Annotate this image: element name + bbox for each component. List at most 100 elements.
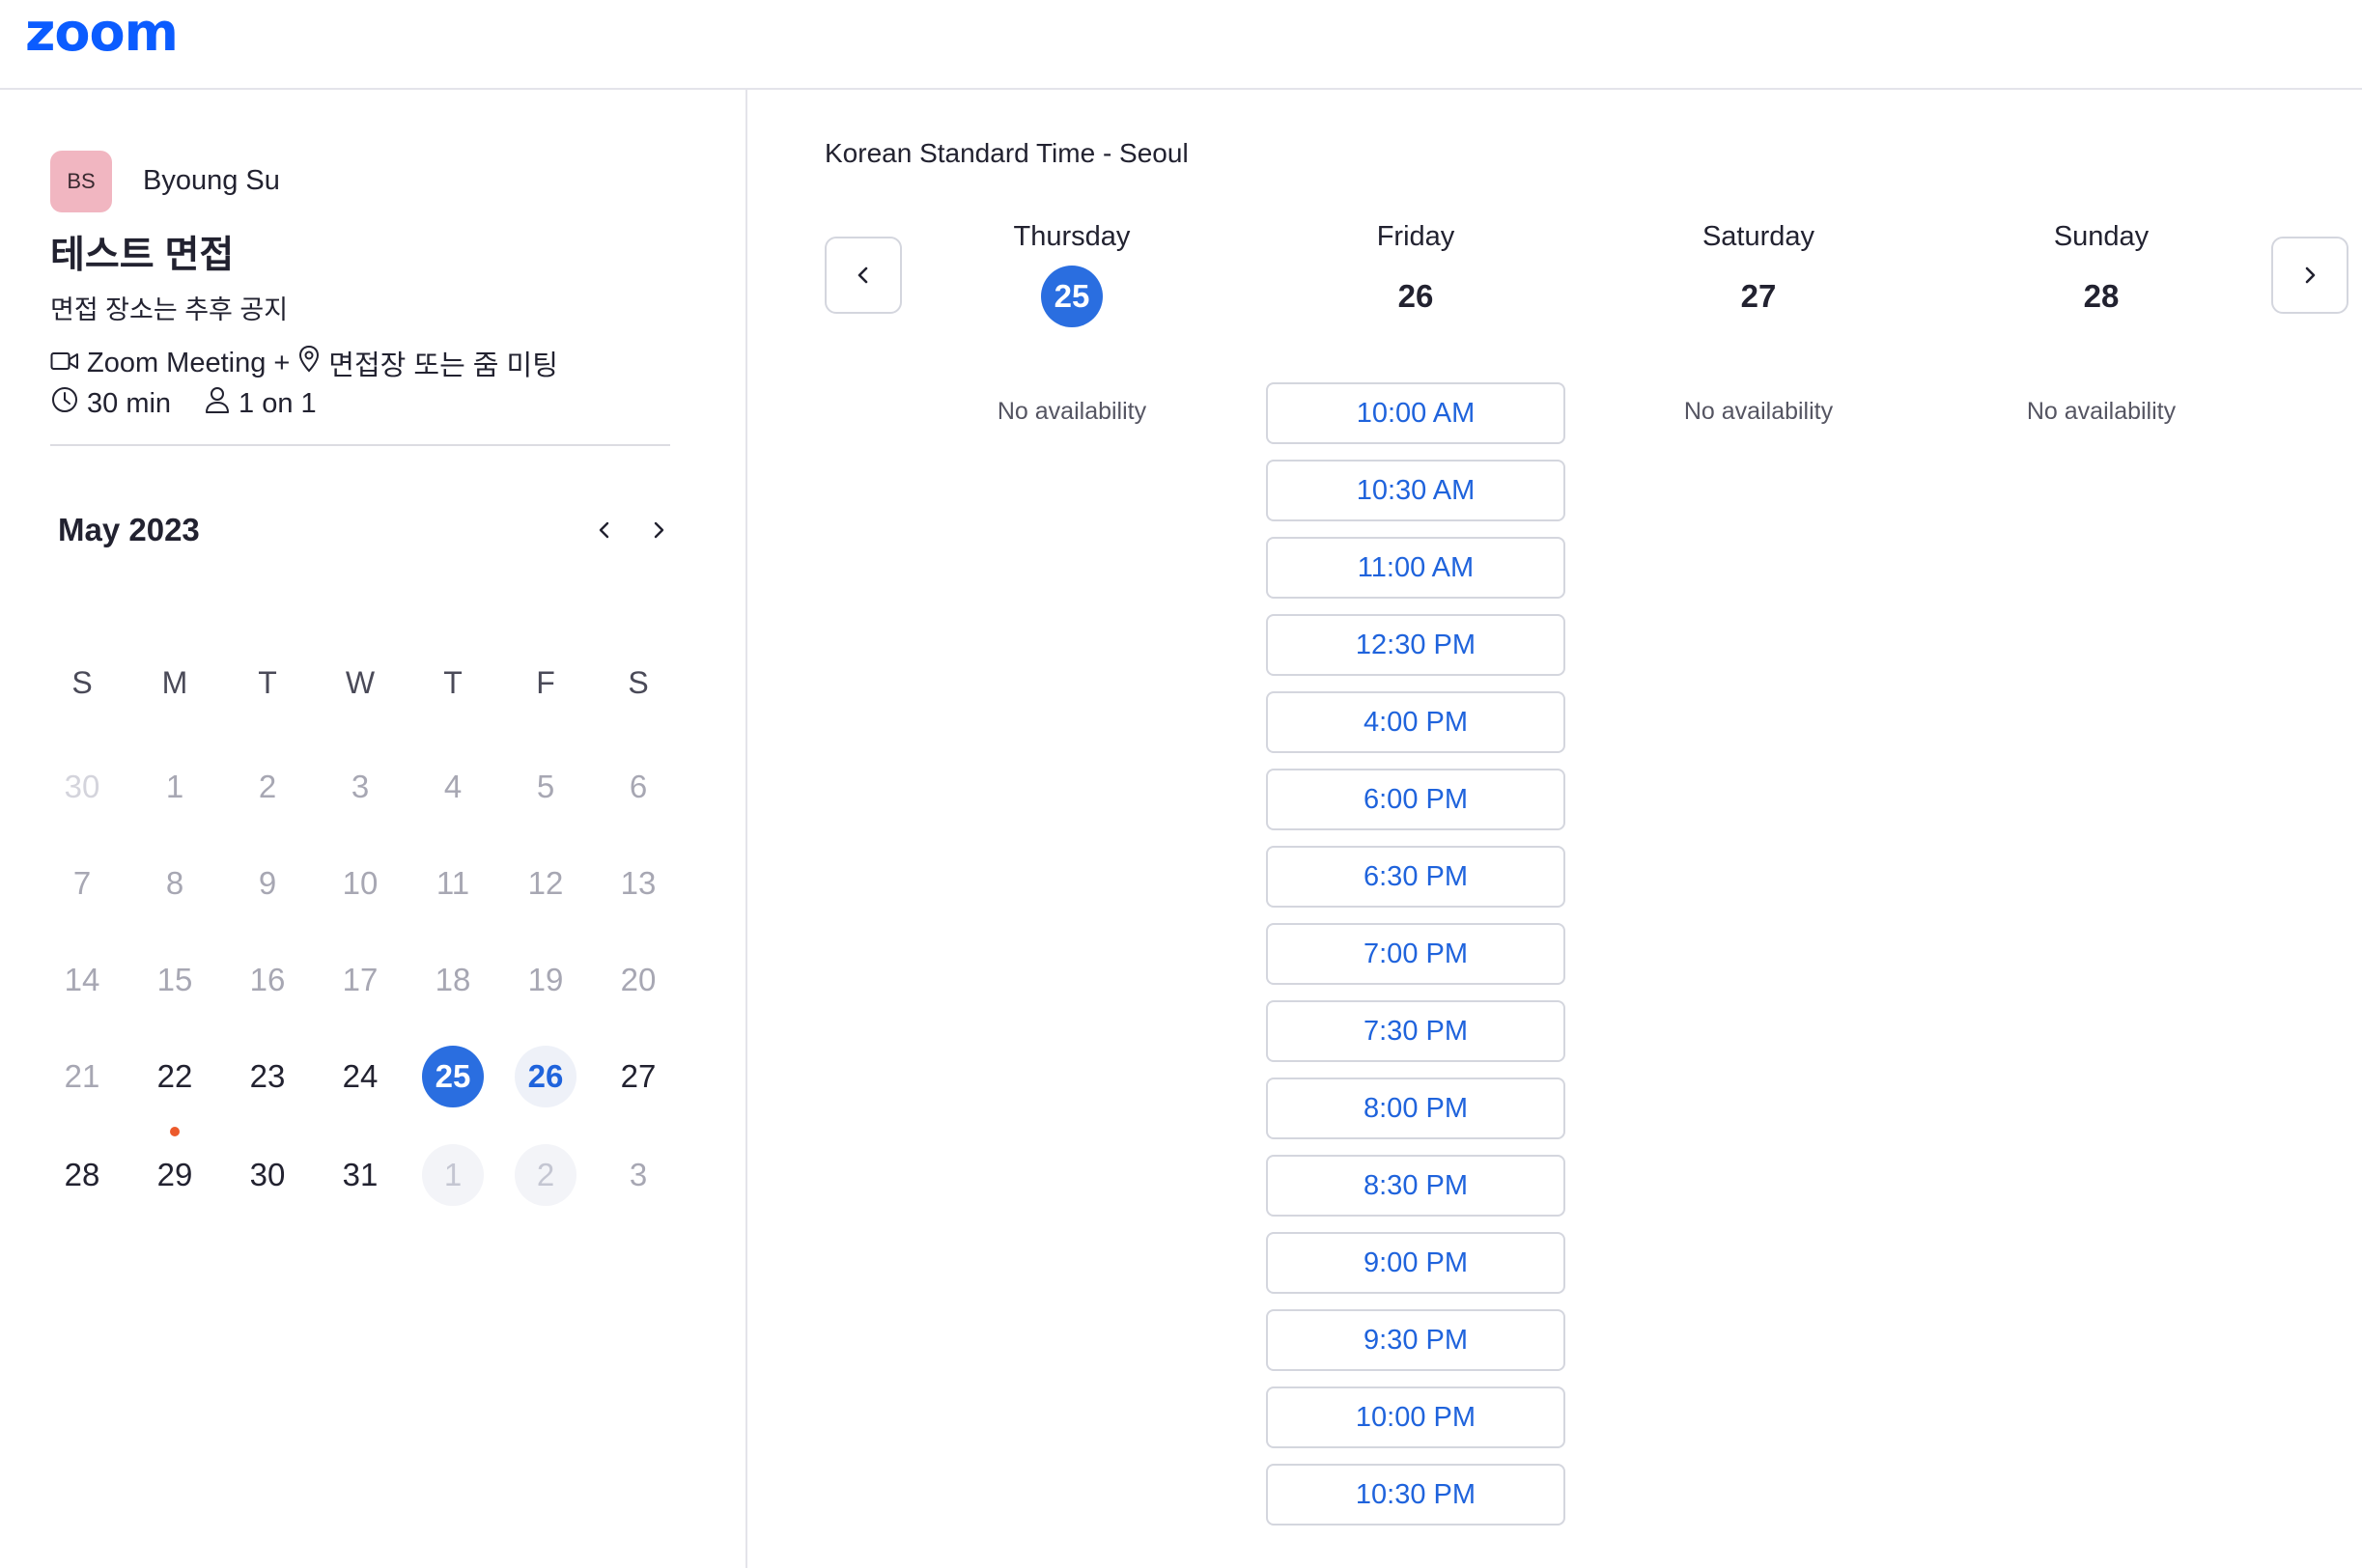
time-slot-button[interactable]: 6:00 PM — [1266, 769, 1565, 830]
time-slot-button[interactable]: 10:30 PM — [1266, 1464, 1565, 1526]
weekday-header: M — [161, 665, 188, 700]
today-marker-dot — [170, 1127, 180, 1136]
time-slot-button[interactable]: 9:00 PM — [1266, 1232, 1565, 1294]
time-slot-button[interactable]: 8:30 PM — [1266, 1155, 1565, 1217]
meeting-duration-row: 30 min 1 on 1 — [50, 385, 317, 422]
calendar-day[interactable]: 24 — [329, 1046, 391, 1107]
no-availability-label: No availability — [997, 398, 1147, 425]
meeting-duration: 30 min — [87, 387, 172, 419]
weekday-header: W — [345, 665, 376, 700]
meeting-format: 1 on 1 — [239, 387, 317, 419]
time-slot-button[interactable]: 7:00 PM — [1266, 923, 1565, 985]
host-avatar: BS — [50, 151, 112, 212]
time-slot-button[interactable]: 8:00 PM — [1266, 1078, 1565, 1139]
calendar-day: 14 — [64, 962, 100, 997]
calendar-day: 4 — [443, 769, 463, 804]
chevron-right-icon — [2305, 266, 2316, 284]
day-number[interactable]: 28 — [2070, 266, 2132, 327]
meeting-location: 면접장 또는 줌 미팅 — [328, 350, 558, 381]
event-title: 테스트 면접 — [50, 235, 235, 276]
calendar-day: 12 — [527, 865, 564, 901]
zoom-logo[interactable]: zoom — [25, 6, 179, 60]
calendar-day: 1 — [165, 769, 184, 804]
top-bar: zoom — [0, 0, 2362, 90]
prev-week-button[interactable] — [825, 237, 902, 314]
calendar-day: 6 — [629, 769, 648, 804]
calendar-day[interactable]: 23 — [237, 1046, 298, 1107]
day-column-header: Thursday 25 — [898, 217, 1246, 327]
chevron-right-icon — [654, 521, 664, 539]
day-number-selected[interactable]: 25 — [1041, 266, 1103, 327]
person-icon — [204, 385, 231, 422]
day-name: Saturday — [1701, 221, 1815, 252]
month-label: May 2023 — [58, 512, 200, 547]
time-slot-button[interactable]: 4:00 PM — [1266, 691, 1565, 753]
calendar-day: 21 — [64, 1058, 100, 1094]
calendar-day: 3 — [351, 769, 370, 804]
weekday-header: S — [71, 665, 93, 700]
chevron-left-icon — [599, 521, 609, 539]
time-slot-button[interactable]: 7:30 PM — [1266, 1000, 1565, 1062]
calendar-day[interactable]: 29 — [144, 1144, 206, 1206]
location-pin-icon — [297, 345, 321, 381]
plus-separator: + — [273, 347, 291, 378]
prev-month-button[interactable] — [585, 511, 624, 549]
time-slot-button[interactable]: 11:00 AM — [1266, 537, 1565, 599]
event-details-panel: BS Byoung Su 테스트 면접 면접 장소는 추후 공지 Zoom Me… — [0, 90, 747, 1568]
day-column-header: Sunday 28 — [1927, 217, 2275, 327]
calendar-day: 9 — [258, 865, 277, 901]
timezone-label[interactable]: Korean Standard Time - Seoul — [825, 138, 1189, 169]
meeting-info-row: Zoom Meeting + 면접장 또는 줌 미팅 — [50, 343, 558, 383]
next-week-button[interactable] — [2271, 237, 2348, 314]
calendar-day: 8 — [165, 865, 184, 901]
weekday-header: T — [258, 665, 277, 700]
time-slot-button[interactable]: 10:00 PM — [1266, 1386, 1565, 1448]
calendar-day: 7 — [72, 865, 92, 901]
calendar-day-next-month: 3 — [629, 1157, 648, 1192]
clock-icon — [50, 385, 79, 422]
no-availability-label: No availability — [1683, 398, 1834, 425]
calendar-day: 5 — [536, 769, 555, 804]
calendar-day: 18 — [435, 962, 471, 997]
calendar-day: 20 — [620, 962, 657, 997]
time-slot-list: 10:00 AM 10:30 AM 11:00 AM 12:30 PM 4:00 PM 6… — [1266, 382, 1565, 1541]
day-column-header: Friday 26 — [1242, 217, 1589, 327]
video-camera-icon — [50, 348, 79, 379]
day-number[interactable]: 27 — [1728, 266, 1789, 327]
calendar-day: 19 — [527, 962, 564, 997]
calendar-day: 2 — [258, 769, 277, 804]
weekday-header: F — [536, 665, 555, 700]
calendar-day-selected[interactable]: 25 — [422, 1046, 484, 1107]
no-availability-label: No availability — [2026, 398, 2177, 425]
time-slot-button[interactable]: 10:30 AM — [1266, 460, 1565, 521]
weekday-header: S — [628, 665, 649, 700]
time-slot-button[interactable]: 10:00 AM — [1266, 382, 1565, 444]
calendar-day-next-month: 1 — [422, 1144, 484, 1206]
weekday-header: T — [443, 665, 463, 700]
calendar-day[interactable]: 30 — [237, 1144, 298, 1206]
calendar-day: 15 — [156, 962, 193, 997]
calendar-day-prev-month: 30 — [64, 769, 100, 804]
time-slot-button[interactable]: 9:30 PM — [1266, 1309, 1565, 1371]
day-column-header: Saturday 27 — [1585, 217, 1932, 327]
calendar-day: 10 — [342, 865, 379, 901]
host-name: Byoung Su — [143, 165, 280, 196]
calendar-day: 11 — [436, 865, 470, 901]
calendar-day[interactable]: 31 — [329, 1144, 391, 1206]
time-slot-button[interactable]: 6:30 PM — [1266, 846, 1565, 908]
day-name: Friday — [1376, 221, 1455, 252]
time-slot-button[interactable]: 12:30 PM — [1266, 614, 1565, 676]
divider — [50, 444, 670, 446]
chevron-left-icon — [858, 266, 868, 284]
calendar-day[interactable]: 27 — [607, 1046, 669, 1107]
event-description: 면접 장소는 추후 공지 — [50, 295, 289, 324]
day-name: Sunday — [2053, 221, 2150, 252]
calendar-day: 16 — [249, 962, 286, 997]
next-month-button[interactable] — [639, 511, 678, 549]
day-number[interactable]: 26 — [1385, 266, 1447, 327]
calendar-day-available[interactable]: 26 — [515, 1046, 576, 1107]
calendar-day: 17 — [342, 962, 379, 997]
calendar-day[interactable]: 22 — [144, 1046, 206, 1107]
day-name: Thursday — [1013, 221, 1131, 252]
calendar-day[interactable]: 28 — [51, 1144, 113, 1206]
